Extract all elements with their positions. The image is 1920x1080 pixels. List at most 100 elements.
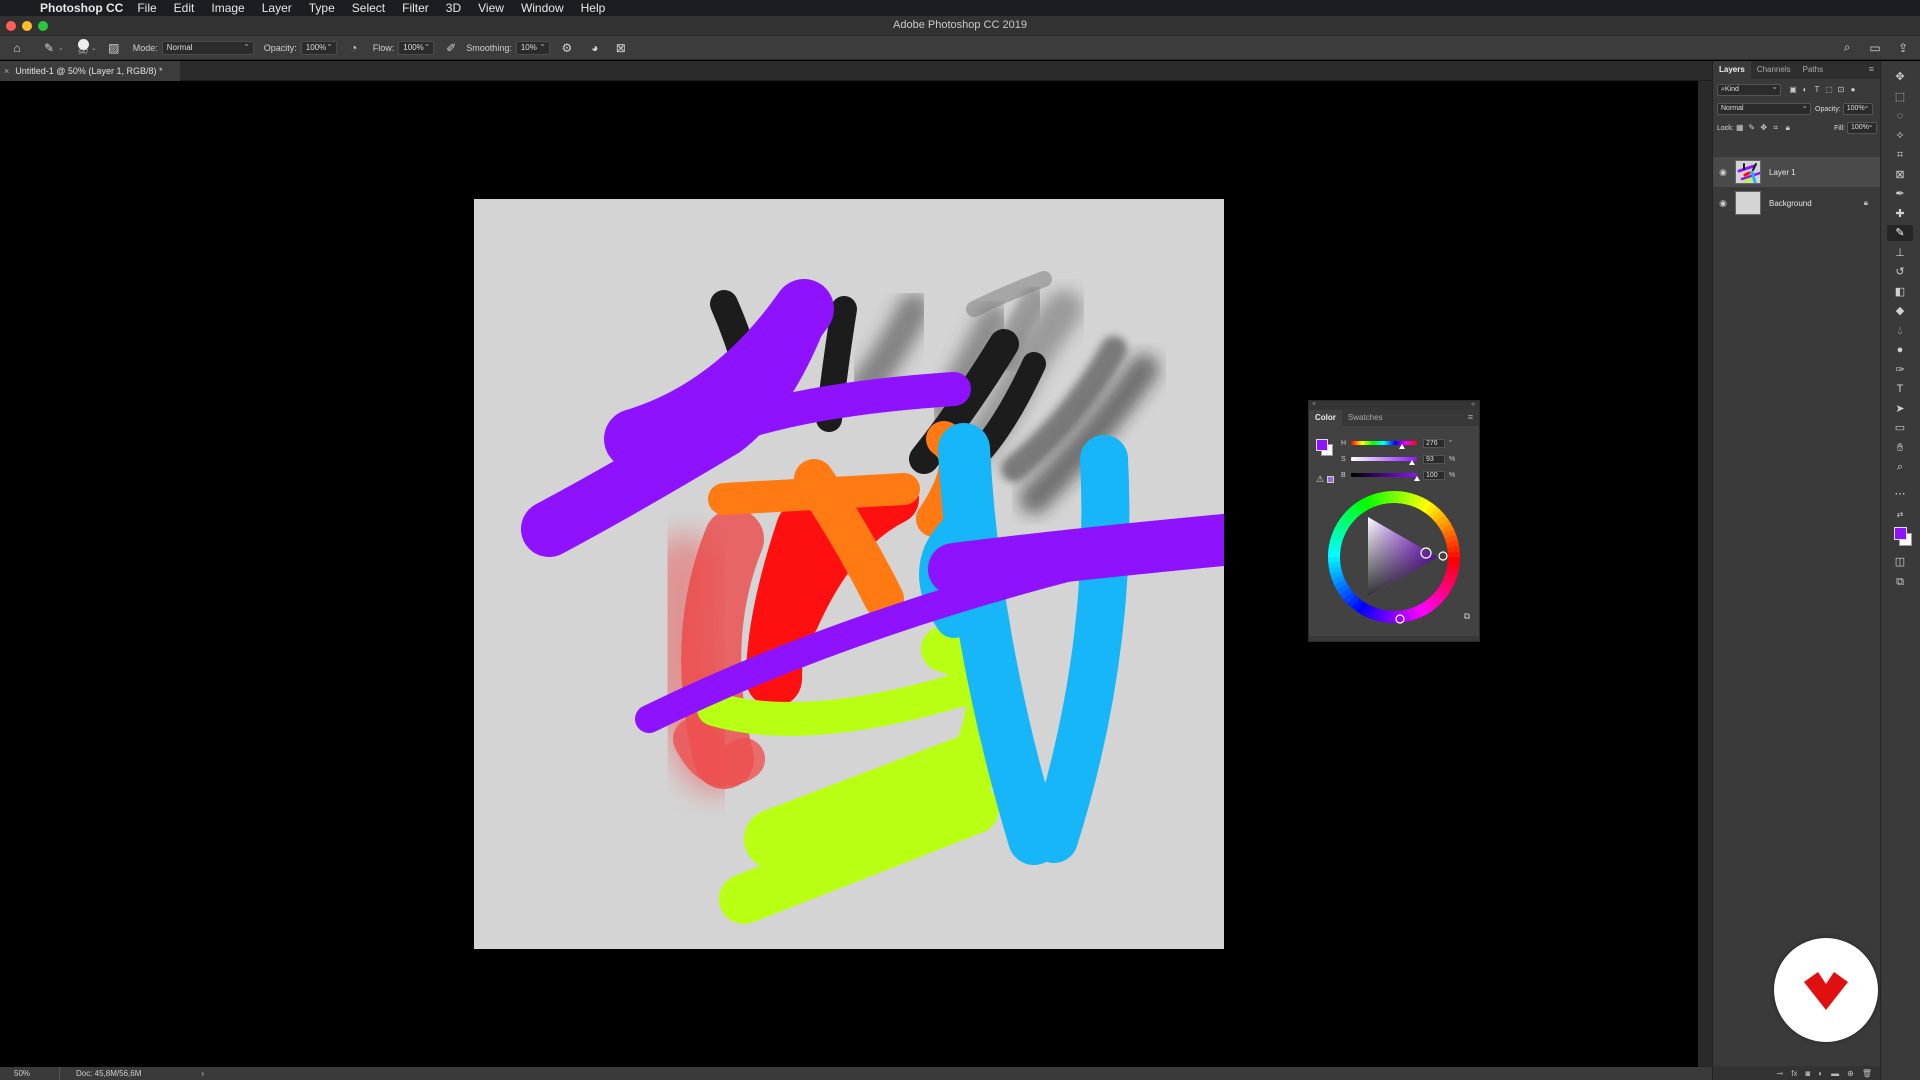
color-panel-titlebar[interactable]: × «: [1309, 401, 1479, 410]
history-brush-tool-icon[interactable]: ↺: [1887, 264, 1913, 280]
layer-row-layer-1[interactable]: ◉ Layer 1: [1713, 157, 1880, 187]
hue-slider[interactable]: [1351, 441, 1417, 449]
menu-select[interactable]: Select: [352, 1, 385, 15]
crop-tool-icon[interactable]: ⌗: [1887, 147, 1913, 163]
tab-paths[interactable]: Paths: [1797, 61, 1829, 79]
smoothing-select[interactable]: 10%: [515, 39, 550, 55]
brush-size-picker[interactable]: 547: [77, 38, 89, 57]
gamut-warning-icon[interactable]: ⚠: [1316, 474, 1324, 485]
type-tool-icon[interactable]: T: [1887, 381, 1913, 397]
menu-view[interactable]: View: [478, 1, 504, 15]
panel-menu-icon[interactable]: ≡: [1468, 412, 1473, 422]
link-layers-icon[interactable]: ⊸: [1777, 1069, 1784, 1078]
tab-layers[interactable]: Layers: [1713, 61, 1751, 79]
eye-icon[interactable]: ◉: [1713, 198, 1733, 209]
zoom-level[interactable]: 50%: [0, 1067, 60, 1080]
search-icon[interactable]: ⌕: [1838, 39, 1856, 57]
quick-selection-tool-icon[interactable]: ✧: [1887, 128, 1913, 144]
saturation-slider[interactable]: [1351, 457, 1417, 465]
filter-toggle-icon[interactable]: ●: [1847, 84, 1859, 96]
hand-tool-icon[interactable]: ✋︎: [1887, 440, 1913, 456]
airbrush-icon[interactable]: ✐: [442, 39, 460, 57]
more-tools-icon[interactable]: ⋯: [1887, 486, 1913, 502]
hue-input[interactable]: 276: [1423, 438, 1445, 448]
document-tab[interactable]: × Untitled-1 @ 50% (Layer 1, RGB/8) *: [0, 61, 180, 81]
adjustment-filter-icon[interactable]: ◐: [1799, 84, 1811, 96]
blur-tool-icon[interactable]: 💧︎: [1887, 323, 1913, 339]
brightness-slider-thumb[interactable]: [1414, 476, 1420, 481]
healing-brush-tool-icon[interactable]: ✚: [1887, 206, 1913, 222]
shape-filter-icon[interactable]: ⬚: [1823, 84, 1835, 96]
foreground-color-swatch[interactable]: [1316, 439, 1328, 451]
pressure-size-icon[interactable]: ◕: [586, 39, 604, 57]
smart-object-filter-icon[interactable]: ⊡: [1835, 84, 1847, 96]
share-icon[interactable]: ⇪: [1894, 39, 1912, 57]
layer-row-background[interactable]: ◉ Background 🔒︎: [1713, 188, 1880, 218]
swap-colors-icon[interactable]: ⇄: [1887, 507, 1913, 523]
pressure-opacity-icon[interactable]: ◔: [345, 39, 363, 57]
brush-tool-icon[interactable]: ✎: [1887, 225, 1913, 241]
panel-menu-icon[interactable]: ≡: [1869, 64, 1874, 74]
clone-stamp-tool-icon[interactable]: ⊥: [1887, 245, 1913, 261]
menu-filter[interactable]: Filter: [402, 1, 429, 15]
menu-type[interactable]: Type: [309, 1, 335, 15]
saturation-slider-thumb[interactable]: [1409, 460, 1416, 465]
flow-select[interactable]: 100%: [398, 39, 435, 55]
layer-mask-icon[interactable]: ◙: [1805, 1069, 1810, 1078]
saturation-input[interactable]: 93: [1423, 454, 1445, 464]
doc-size-info[interactable]: Doc: 45,8M/56,6M: [60, 1069, 141, 1078]
close-panel-icon[interactable]: ×: [1312, 401, 1316, 408]
document-canvas[interactable]: [474, 199, 1224, 949]
new-layer-icon[interactable]: ⊕: [1847, 1069, 1854, 1078]
lock-image-icon[interactable]: ✎: [1746, 122, 1758, 134]
delete-layer-icon[interactable]: 🗑︎: [1862, 1069, 1872, 1078]
layer-name[interactable]: Layer 1: [1769, 168, 1796, 177]
marquee-tool-icon[interactable]: ⬚: [1887, 89, 1913, 105]
menu-help[interactable]: Help: [581, 1, 606, 15]
hue-slider-thumb[interactable]: [1398, 444, 1405, 449]
menu-edit[interactable]: Edit: [174, 1, 195, 15]
eyedropper-tool-icon[interactable]: ✒: [1887, 186, 1913, 202]
eye-icon[interactable]: ◉: [1713, 167, 1733, 178]
menu-image[interactable]: Image: [211, 1, 244, 15]
mode-select[interactable]: Normal: [161, 39, 254, 55]
symmetry-icon[interactable]: ⊠: [612, 39, 630, 57]
paint-bucket-tool-icon[interactable]: ◆: [1887, 303, 1913, 319]
frame-tool-icon[interactable]: ⊠: [1887, 167, 1913, 183]
lock-artboard-icon[interactable]: ⌗: [1770, 122, 1782, 134]
lock-all-icon[interactable]: 🔒︎: [1782, 122, 1794, 134]
path-selection-tool-icon[interactable]: ➤: [1887, 401, 1913, 417]
gamut-color-swatch[interactable]: [1327, 476, 1334, 483]
menu-app-name[interactable]: Photoshop CC: [40, 1, 123, 15]
gear-icon[interactable]: ⚙: [558, 39, 576, 57]
foreground-color-chip[interactable]: [1894, 527, 1907, 540]
screen-mode-icon[interactable]: ⧉: [1887, 574, 1913, 590]
fill-select[interactable]: 100%: [1847, 120, 1877, 134]
filter-kind-select[interactable]: ⌕Kind: [1717, 82, 1781, 96]
cube-icon[interactable]: ⧉: [1464, 611, 1470, 622]
pen-tool-icon[interactable]: ✑: [1887, 362, 1913, 378]
group-icon[interactable]: ▬: [1831, 1069, 1839, 1078]
tab-channels[interactable]: Channels: [1751, 61, 1797, 79]
color-wheel[interactable]: [1326, 489, 1462, 630]
menu-layer[interactable]: Layer: [262, 1, 292, 15]
rectangle-tool-icon[interactable]: ▭: [1887, 420, 1913, 436]
pixel-filter-icon[interactable]: ▣: [1787, 84, 1799, 96]
lasso-tool-icon[interactable]: ◌: [1887, 108, 1913, 124]
close-tab-icon[interactable]: ×: [4, 66, 9, 76]
blend-mode-select[interactable]: Normal: [1717, 101, 1811, 115]
brush-tool-preset-icon[interactable]: ✎: [40, 39, 58, 57]
adjustment-layer-icon[interactable]: ◐: [1818, 1069, 1823, 1078]
status-menu-arrow[interactable]: ›: [201, 1069, 204, 1078]
workspace-icon[interactable]: ▭: [1866, 39, 1884, 57]
brush-settings-panel-icon[interactable]: ▨: [105, 39, 123, 57]
move-tool-icon[interactable]: ✥: [1887, 69, 1913, 85]
tab-color[interactable]: Color: [1309, 410, 1342, 426]
menu-3d[interactable]: 3D: [446, 1, 461, 15]
layer-name[interactable]: Background: [1769, 199, 1812, 208]
type-filter-icon[interactable]: T: [1811, 84, 1823, 96]
menu-window[interactable]: Window: [521, 1, 564, 15]
brightness-input[interactable]: 100: [1423, 470, 1445, 480]
home-icon[interactable]: ⌂: [8, 39, 26, 57]
quick-mask-icon[interactable]: ◫: [1887, 554, 1913, 570]
